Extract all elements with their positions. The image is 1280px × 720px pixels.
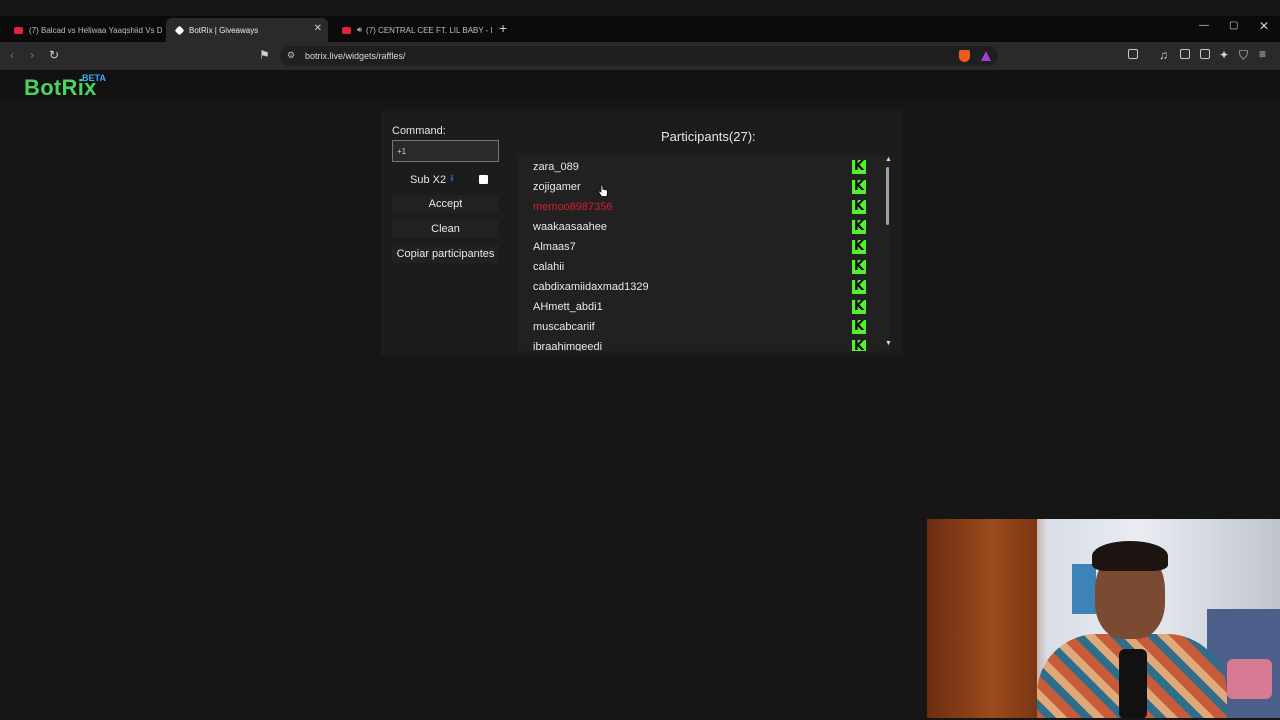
subscriber-icon: ⅱ	[450, 174, 454, 183]
webcam-wall-art	[1072, 564, 1096, 614]
url-text: botrix.live/widgets/raffles/	[305, 51, 406, 61]
participant-name: muscabcariif	[533, 321, 595, 333]
kick-icon: K	[852, 279, 866, 294]
menu-icon[interactable]: ≡	[1259, 47, 1266, 61]
wallet-icon[interactable]	[1200, 49, 1210, 59]
kick-icon: K	[852, 340, 866, 351]
command-label: Command:	[392, 125, 446, 137]
webcam-door	[927, 519, 1037, 718]
copy-participants-button[interactable]: Copiar participantes	[392, 245, 499, 263]
address-bar[interactable]: ⚙ botrix.live/widgets/raffles/	[280, 46, 998, 66]
kick-icon: K	[852, 299, 866, 314]
kick-icon: K	[852, 199, 866, 214]
scroll-down-icon[interactable]: ▼	[884, 340, 893, 347]
participant-name: memoo8987356	[533, 201, 613, 213]
participant-row[interactable]: waakaasaahee K	[518, 217, 878, 237]
participant-name: zojigamer	[533, 181, 581, 193]
tab-label: (7) Balcad vs Heliwaa Yaaqshiid Vs D	[29, 25, 162, 35]
participant-name: Almaas7	[533, 241, 576, 253]
scrollbar-thumb[interactable]	[886, 167, 889, 225]
browser-toolbar: ‹ › ↻ ⚑ ⚙ botrix.live/widgets/raffles/ ♫…	[0, 42, 1280, 70]
participants-title: Participants(27):	[661, 129, 756, 144]
participant-row[interactable]: memoo8987356 K	[518, 197, 878, 217]
bookmark-icon[interactable]: ⚑	[259, 48, 270, 62]
command-input[interactable]	[392, 140, 499, 162]
participant-row[interactable]: AHmett_abdi1 K	[518, 297, 878, 317]
kick-icon: K	[852, 319, 866, 334]
sub-x2-checkbox[interactable]	[479, 175, 488, 184]
close-tab-icon[interactable]: ✕	[314, 23, 322, 34]
brave-shields-icon[interactable]	[959, 50, 970, 62]
participant-row[interactable]: ibraahimgeedi K	[518, 337, 878, 351]
webcam-pillow	[1227, 659, 1272, 699]
webcam-microphone	[1119, 649, 1147, 718]
site-settings-icon[interactable]: ⚙	[287, 50, 295, 61]
participant-name: ibraahimgeedi	[533, 341, 603, 351]
clean-button[interactable]: Clean	[392, 220, 499, 238]
window-close-icon[interactable]: ✕	[1259, 19, 1269, 33]
minimize-icon[interactable]: —	[1199, 20, 1209, 31]
restore-icon[interactable]: ▢	[1229, 20, 1238, 31]
kick-icon: K	[852, 259, 866, 274]
hand-cursor-icon	[597, 184, 608, 197]
kick-icon: K	[852, 239, 866, 254]
tab-label: (7) CENTRAL CEE FT. LIL BABY - B	[366, 25, 492, 35]
reader-mode-icon[interactable]	[1128, 49, 1138, 59]
tab-bar: (7) Balcad vs Heliwaa Yaaqshiid Vs D Bot…	[0, 16, 1280, 42]
back-icon[interactable]: ‹	[10, 48, 14, 62]
beta-badge: BETA	[82, 73, 106, 83]
kick-icon: K	[852, 179, 866, 194]
tab-central-cee[interactable]: 🔊︎ (7) CENTRAL CEE FT. LIL BABY - B	[332, 18, 492, 42]
participant-row[interactable]: zara_089 K	[518, 157, 878, 177]
participant-row[interactable]: calahii K	[518, 257, 878, 277]
site-header: BotRix BETA	[0, 70, 1280, 100]
tab-botrix-giveaways[interactable]: BotRix | Giveaways ✕	[166, 18, 328, 42]
youtube-icon	[14, 26, 23, 34]
kick-icon: K	[852, 159, 866, 174]
sidebar-icon[interactable]	[1180, 49, 1190, 59]
participant-row[interactable]: cabdixamiidaxmad1329 K	[518, 277, 878, 297]
tab-label: BotRix | Giveaways	[189, 25, 259, 35]
vpn-shield-icon[interactable]: ⛉	[1239, 48, 1248, 63]
webcam-overlay	[927, 519, 1280, 718]
sub-x2-label: Sub X2	[410, 174, 447, 186]
youtube-icon	[342, 26, 351, 34]
leo-ai-icon[interactable]: ✦	[1219, 48, 1229, 62]
participant-name: cabdixamiidaxmad1329	[533, 281, 649, 293]
participant-row[interactable]: muscabcariif K	[518, 317, 878, 337]
participant-row[interactable]: zojigamer K	[518, 177, 878, 197]
forward-icon[interactable]: ›	[30, 48, 34, 62]
participant-name: AHmett_abdi1	[533, 301, 603, 313]
participants-list[interactable]: zara_089 Kzojigamer Kmemoo8987356 Kwaakaasa…	[518, 156, 890, 351]
new-tab-button[interactable]: +	[499, 20, 507, 36]
media-icon[interactable]: ♫	[1159, 48, 1168, 62]
kick-icon: K	[852, 219, 866, 234]
brave-rewards-icon[interactable]	[981, 51, 991, 61]
botrix-diamond-icon	[174, 25, 185, 35]
participant-name: calahii	[533, 261, 565, 273]
webcam-person-hair	[1092, 541, 1168, 571]
accept-button[interactable]: Accept	[392, 195, 499, 213]
speaker-icon[interactable]: 🔊︎	[357, 25, 362, 35]
tab-balcad[interactable]: (7) Balcad vs Heliwaa Yaaqshiid Vs D	[4, 18, 162, 42]
participant-row[interactable]: Almaas7 K	[518, 237, 878, 257]
raffle-panel: Command: Sub X2 ⅱ Accept Clean Copiar pa…	[381, 111, 903, 355]
participant-name: zara_089	[533, 161, 579, 173]
participant-name: waakaasaahee	[533, 221, 608, 233]
scroll-up-icon[interactable]: ▲	[884, 156, 893, 163]
reload-icon[interactable]: ↻	[49, 48, 59, 62]
